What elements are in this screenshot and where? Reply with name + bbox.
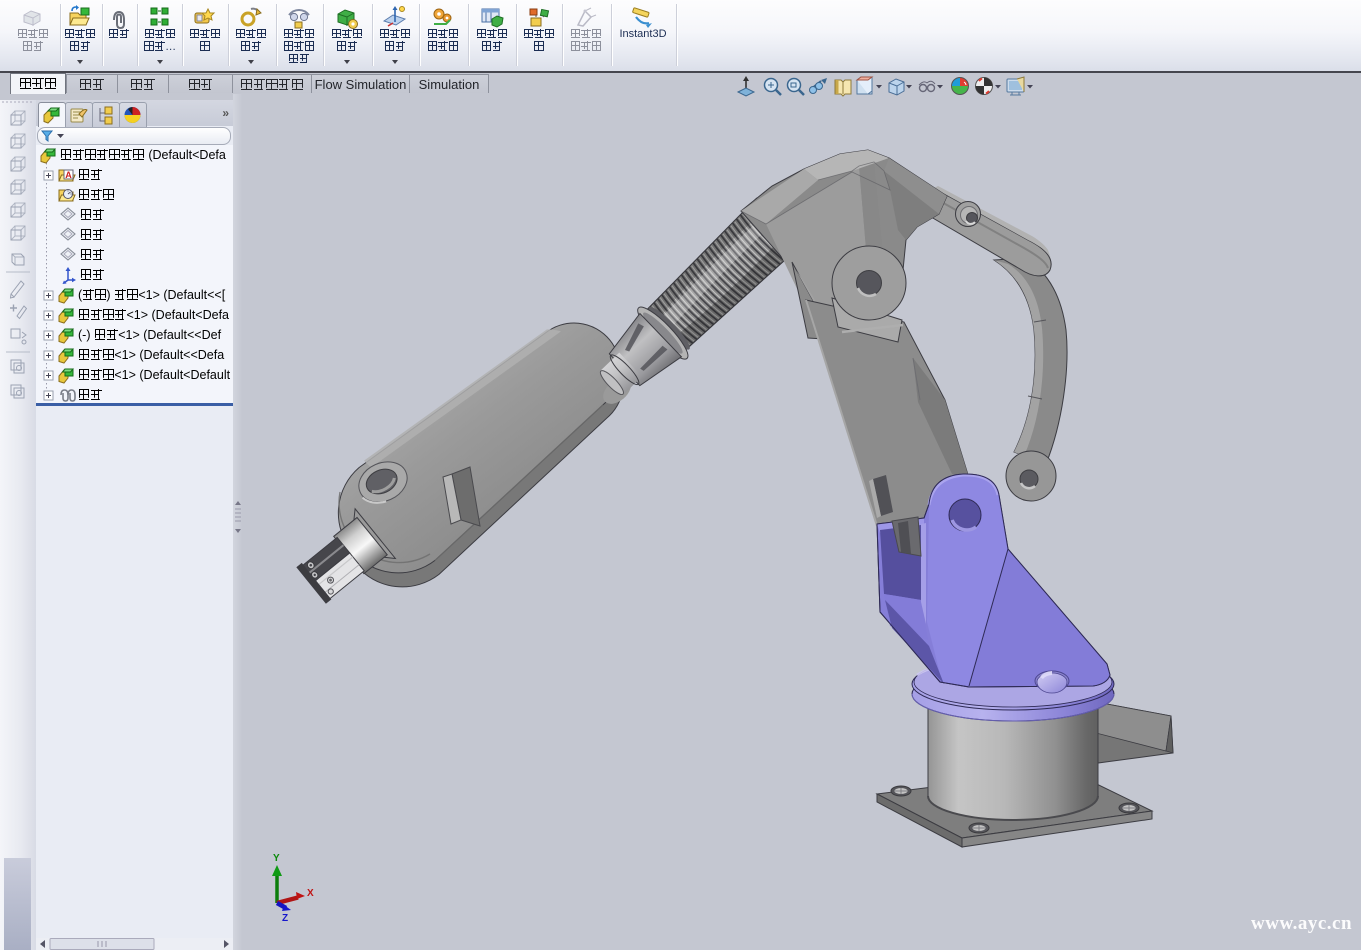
svg-text:Y: Y <box>273 853 280 864</box>
svg-text:Z: Z <box>282 913 288 923</box>
svg-text:X: X <box>307 888 314 899</box>
